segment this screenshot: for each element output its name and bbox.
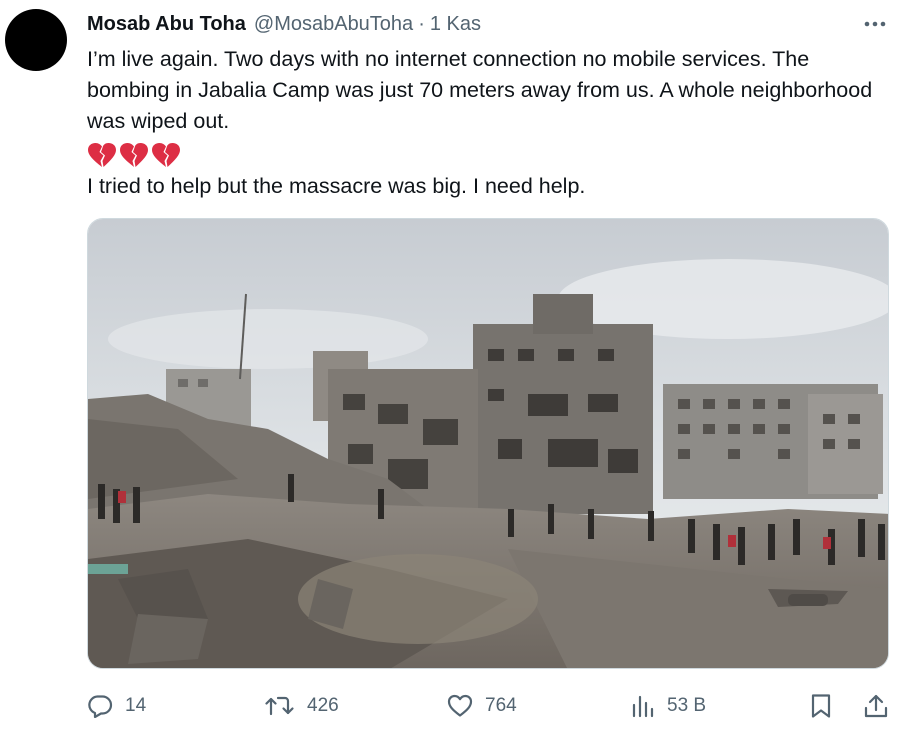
destroyed-buildings-photo xyxy=(88,219,888,668)
views-icon xyxy=(632,695,654,718)
author-display-name[interactable]: Mosab Abu Toha xyxy=(87,13,246,36)
reply-icon xyxy=(88,695,113,718)
broken-heart-icon xyxy=(88,142,116,167)
avatar[interactable] xyxy=(5,9,67,71)
tweet-text: I’m live again. Two days with no interne… xyxy=(87,44,887,202)
views-button[interactable]: 53 B xyxy=(631,690,706,722)
like-count: 764 xyxy=(485,695,517,716)
tweet-text-paragraph-2: I tried to help but the massacre was big… xyxy=(87,174,586,198)
like-button[interactable]: 764 xyxy=(447,690,517,722)
repost-button[interactable]: 426 xyxy=(265,690,339,722)
tweet-photo[interactable] xyxy=(87,218,889,669)
tweet-header: Mosab Abu Toha @MosabAbuToha · 1 Kas xyxy=(87,11,481,37)
tweet-timestamp[interactable]: 1 Kas xyxy=(430,13,481,36)
more-horizontal-icon xyxy=(864,21,886,27)
reply-count: 14 xyxy=(125,695,147,716)
repost-icon xyxy=(265,696,294,716)
bookmark-icon xyxy=(811,694,831,718)
views-count: 53 B xyxy=(667,695,707,716)
author-handle[interactable]: @MosabAbuToha xyxy=(254,13,413,36)
header-separator: · xyxy=(418,12,425,35)
broken-heart-icon xyxy=(120,142,148,167)
tweet-text-paragraph-1: I’m live again. Two days with no interne… xyxy=(87,47,873,133)
tweet-actions: 14 426 764 53 B xyxy=(87,690,889,722)
more-options-button[interactable] xyxy=(861,12,889,36)
repost-count: 426 xyxy=(307,695,339,716)
reply-button[interactable]: 14 xyxy=(87,690,146,722)
bookmark-button[interactable] xyxy=(809,690,833,722)
share-icon xyxy=(864,694,888,718)
share-button[interactable] xyxy=(863,690,889,722)
heart-icon xyxy=(447,694,473,717)
broken-heart-icon xyxy=(152,142,180,167)
emoji-row xyxy=(87,138,887,171)
